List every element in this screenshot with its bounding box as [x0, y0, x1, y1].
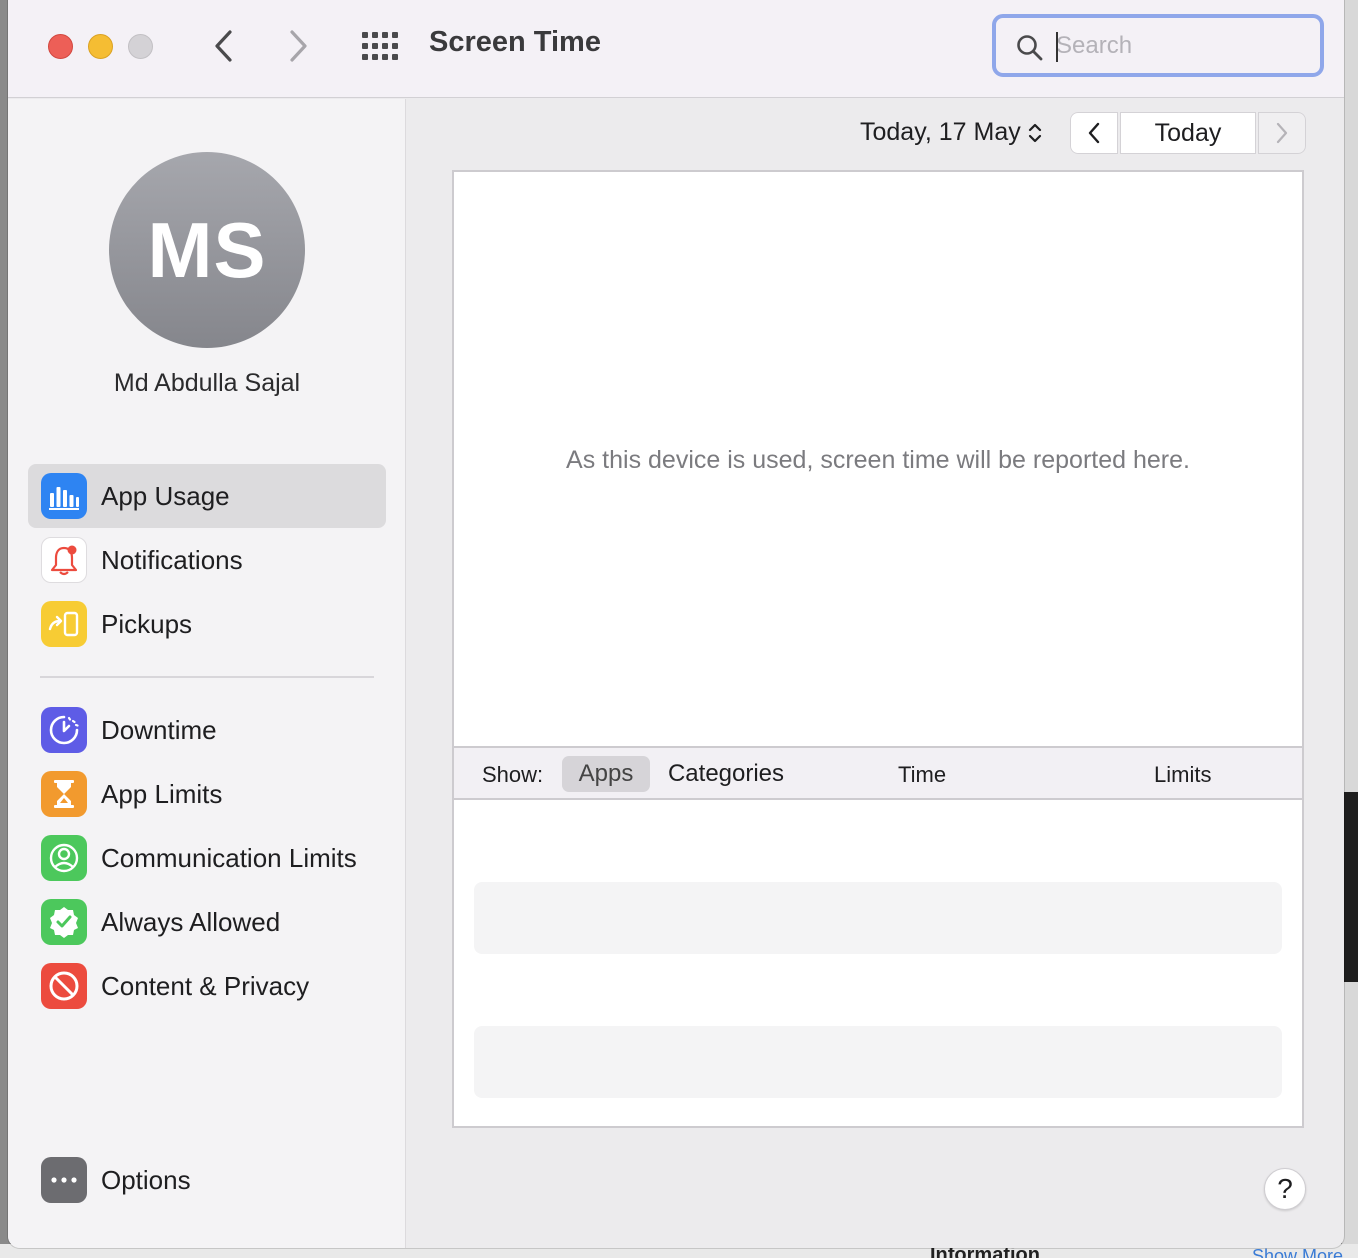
sidebar-item-label: Downtime: [101, 714, 217, 745]
chevron-left-icon: [1088, 122, 1100, 144]
sidebar-item-pickups[interactable]: Pickups: [28, 592, 386, 656]
sidebar-item-notifications[interactable]: Notifications: [28, 528, 386, 592]
usage-panel: As this device is used, screen time will…: [452, 170, 1304, 1128]
sidebar-item-always-allowed[interactable]: Always Allowed: [28, 890, 386, 954]
show-bar: Show: Apps Categories Time Limits: [454, 746, 1302, 800]
no-entry-icon: [41, 963, 87, 1009]
sidebar-item-label: App Limits: [101, 778, 223, 809]
sidebar-item-app-usage[interactable]: App Usage: [28, 464, 386, 528]
chevron-left-icon: [215, 30, 232, 62]
avatar-initials: MS: [147, 205, 267, 294]
ellipsis-icon: [41, 1157, 87, 1203]
previous-day-button[interactable]: [1070, 112, 1118, 154]
hourglass-icon: [41, 771, 87, 817]
sidebar-item-label: Pickups: [101, 608, 193, 639]
sidebar-item-downtime[interactable]: Downtime: [28, 698, 386, 762]
sidebar-item-app-limits[interactable]: App Limits: [28, 762, 386, 826]
sidebar-item-label: Communication Limits: [101, 842, 357, 873]
tab-apps[interactable]: Apps: [562, 756, 650, 792]
date-picker[interactable]: Today, 17 May: [860, 118, 1043, 147]
sidebar-item-communication-limits[interactable]: Communication Limits: [28, 826, 386, 890]
search-input[interactable]: [1056, 28, 1306, 64]
date-segmented-control: Today: [1070, 112, 1306, 154]
titlebar: Screen Time: [8, 0, 1344, 98]
list-item: [474, 1026, 1282, 1098]
column-header-time[interactable]: Time: [898, 762, 946, 788]
list-item: [474, 882, 1282, 954]
back-button[interactable]: [204, 24, 244, 68]
checkmark-seal-icon: [41, 899, 87, 945]
grid-icon: [362, 32, 398, 60]
minimize-button[interactable]: [88, 34, 113, 59]
search-field[interactable]: [992, 14, 1324, 77]
zoom-button[interactable]: [128, 34, 153, 59]
show-label: Show:: [482, 762, 544, 787]
search-icon: [1017, 35, 1043, 61]
empty-state-message: As this device is used, screen time will…: [566, 446, 1190, 474]
sidebar: MS Md Abdulla Sajal App Usage Notificati…: [8, 99, 406, 1248]
next-day-button[interactable]: [1258, 112, 1306, 154]
show-all-button[interactable]: [358, 28, 402, 64]
bar-chart-icon: [41, 473, 87, 519]
chevron-right-icon: [290, 30, 307, 62]
date-label: Today, 17 May: [860, 118, 1021, 146]
sidebar-item-label: Content & Privacy: [101, 970, 310, 1001]
screen-time-window: Screen Time MS Md Abdulla Sajal App Usag…: [8, 0, 1344, 1248]
avatar: MS: [109, 152, 305, 348]
sidebar-divider: [40, 676, 374, 678]
user-name: Md Abdulla Sajal: [113, 369, 301, 397]
person-circle-icon: [41, 835, 87, 881]
sidebar-item-label: App Usage: [101, 480, 230, 511]
bell-icon: [41, 537, 87, 583]
sidebar-item-content-privacy[interactable]: Content & Privacy: [28, 954, 386, 1018]
chevron-right-icon: [1276, 122, 1288, 144]
up-down-chevron-icon: [1028, 123, 1041, 142]
help-button[interactable]: ?: [1264, 1168, 1306, 1210]
pickup-phone-icon: [41, 601, 87, 647]
sidebar-item-label: Always Allowed: [101, 906, 281, 937]
close-button[interactable]: [48, 34, 73, 59]
sidebar-item-label: Notifications: [101, 544, 243, 575]
background-window-right: [1342, 0, 1358, 1258]
today-button[interactable]: Today: [1120, 112, 1256, 154]
downtime-icon: [41, 707, 87, 753]
forward-button[interactable]: [278, 24, 318, 68]
column-header-limits[interactable]: Limits: [1154, 762, 1211, 788]
text-caret: [1056, 32, 1058, 62]
window-title: Screen Time: [429, 26, 601, 58]
tab-categories[interactable]: Categories: [656, 756, 796, 792]
sidebar-item-options[interactable]: Options: [28, 1148, 386, 1212]
sidebar-item-label: Options: [101, 1164, 191, 1195]
